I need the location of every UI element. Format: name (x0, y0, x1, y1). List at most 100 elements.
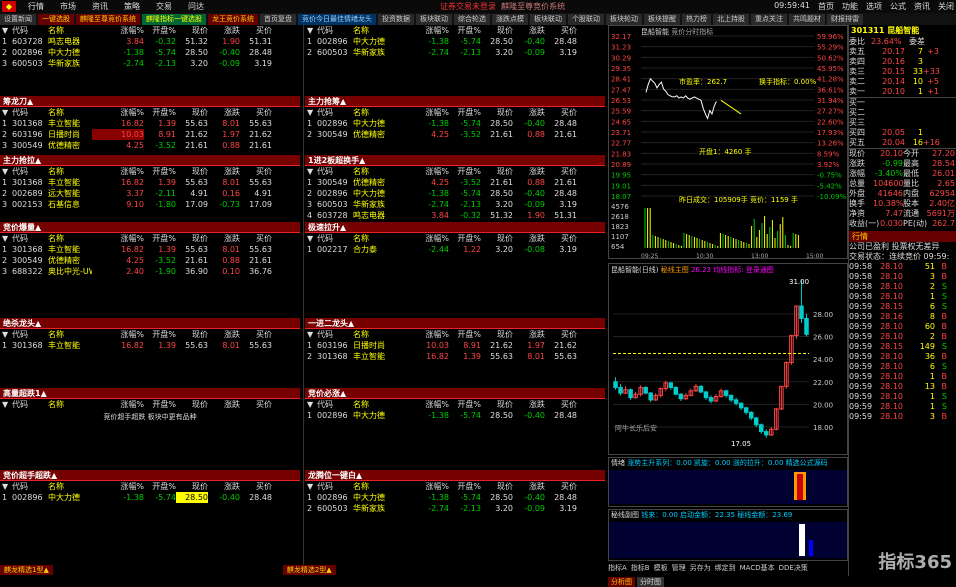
home-button[interactable]: 首页 (818, 1, 834, 12)
info-button[interactable]: 资讯 (914, 1, 930, 12)
table-row[interactable]: 1301368丰立智能16.821.3955.638.0155.63 (0, 118, 300, 129)
col-header[interactable]: 买价 (545, 25, 577, 36)
col-header[interactable]: 买价 (240, 166, 272, 177)
table-row[interactable]: 1301368丰立智能16.821.3955.638.0155.63 (0, 177, 300, 188)
col-header[interactable]: 买价 (545, 107, 577, 118)
table-row[interactable]: 1603728鸣志电器3.84-0.3251.321.9051.31 (0, 36, 300, 47)
table-row[interactable]: 2300549优德精密4.25-3.5221.610.8821.61 (0, 255, 300, 266)
col-header[interactable]: 现价 (176, 107, 208, 118)
table-row[interactable]: 1002896中大力德-1.38-5.7428.50-0.4028.48 (305, 118, 605, 129)
col-header[interactable]: 名称 (46, 329, 92, 340)
col-header[interactable]: 涨幅% (92, 233, 144, 244)
col-header[interactable]: 现价 (481, 233, 513, 244)
table-row[interactable]: 2603196日播时尚10.038.9121.621.9721.62 (0, 129, 300, 140)
col-header[interactable]: 开盘% (449, 166, 481, 177)
col-header[interactable]: 现价 (176, 233, 208, 244)
panel-title[interactable]: 极速拉升▲ (305, 222, 605, 233)
col-header[interactable]: 涨幅% (92, 399, 144, 410)
menu-strategy[interactable]: 策略 (116, 1, 148, 12)
col-header[interactable]: 买价 (240, 329, 272, 340)
panel-title[interactable]: 主力抢拉▲ (0, 155, 300, 166)
tab-13[interactable]: 板块轮动 (606, 14, 642, 25)
col-header[interactable]: 买价 (240, 481, 272, 492)
indicator2-chart[interactable]: 秘线副图 钱来：0.00 启动金额：22.35 秘线金额：23.69 (608, 509, 848, 561)
panel-title[interactable]: 高量超跌1▲ (0, 388, 300, 399)
col-header[interactable]: 代码 (12, 233, 46, 244)
menu-trade[interactable]: 交易 (148, 1, 180, 12)
panel-title[interactable]: 筹龙刀▲ (0, 96, 300, 107)
col-header[interactable]: 代码 (12, 399, 46, 410)
tab-18[interactable]: 共鸣题材 (789, 14, 825, 25)
col-header[interactable]: ▼ (305, 481, 317, 492)
col-header[interactable]: 买价 (545, 329, 577, 340)
col-header[interactable]: 涨幅% (397, 166, 449, 177)
col-header[interactable]: 名称 (351, 25, 397, 36)
indicator-tab[interactable]: 指标B (631, 563, 650, 573)
indicator-tab[interactable]: 绑定到 (715, 563, 736, 573)
col-header[interactable]: ▼ (0, 481, 12, 492)
col-header[interactable]: 现价 (176, 329, 208, 340)
col-header[interactable]: 涨跌 (208, 399, 240, 410)
col-header[interactable]: 开盘% (144, 107, 176, 118)
col-header[interactable]: 代码 (317, 25, 351, 36)
col-header[interactable]: 现价 (481, 481, 513, 492)
col-header[interactable]: 买价 (545, 481, 577, 492)
tab-3[interactable]: 麒隆指标一键选股 (142, 14, 206, 25)
panel-title[interactable]: 龙腾位一键白▲ (305, 470, 605, 481)
table-row[interactable]: 1002896中大力德-1.38-5.7428.50-0.4028.48 (305, 36, 605, 47)
formula-button[interactable]: 公式 (890, 1, 906, 12)
tab-15[interactable]: 热力榜 (682, 14, 711, 25)
col-header[interactable]: 涨幅% (397, 107, 449, 118)
col-header[interactable]: 涨跌 (513, 25, 545, 36)
col-header[interactable]: 涨跌 (513, 481, 545, 492)
col-header[interactable]: 名称 (351, 481, 397, 492)
col-header[interactable]: 现价 (481, 107, 513, 118)
col-header[interactable]: 涨幅% (92, 25, 144, 36)
panel-title[interactable]: 竞价超手超跌▲ (0, 470, 300, 481)
tab-2[interactable]: 麒隆至尊竞价系统 (76, 14, 140, 25)
col-header[interactable]: 涨幅% (397, 399, 449, 410)
col-header[interactable]: 现价 (176, 25, 208, 36)
indicator-tab[interactable]: 模板 (654, 563, 668, 573)
col-header[interactable]: 涨跌 (513, 329, 545, 340)
col-header[interactable]: 现价 (481, 166, 513, 177)
tab-select1[interactable]: 麒龙精选1型▲ (0, 565, 53, 575)
col-header[interactable]: 买价 (240, 399, 272, 410)
panel-title[interactable]: 竞价爆量▲ (0, 222, 300, 233)
col-header[interactable]: ▼ (0, 329, 12, 340)
col-header[interactable]: 代码 (12, 166, 46, 177)
tab-0[interactable]: 设置新闻 (0, 14, 36, 25)
col-header[interactable]: 名称 (351, 329, 397, 340)
col-header[interactable]: 现价 (176, 481, 208, 492)
table-row[interactable]: 3600503华新家族-2.74-2.133.20-0.093.19 (305, 199, 605, 210)
col-header[interactable]: 开盘% (449, 399, 481, 410)
indicator-tab[interactable]: DDE决策 (779, 563, 808, 573)
col-header[interactable]: 名称 (46, 233, 92, 244)
col-header[interactable]: 代码 (317, 481, 351, 492)
panel-title[interactable]: 主力抢筹▲ (305, 96, 605, 107)
table-row[interactable]: 1603196日播时尚10.038.9121.621.9721.62 (305, 340, 605, 351)
col-header[interactable]: ▼ (305, 329, 317, 340)
col-header[interactable]: ▼ (0, 25, 12, 36)
col-header[interactable]: 涨幅% (92, 107, 144, 118)
col-header[interactable]: 开盘% (449, 233, 481, 244)
col-header[interactable]: 涨跌 (208, 25, 240, 36)
col-header[interactable]: 买价 (545, 399, 577, 410)
col-header[interactable]: 涨跌 (513, 233, 545, 244)
menu-news[interactable]: 资讯 (84, 1, 116, 12)
table-row[interactable]: 1002217合力泰-2.441.223.20-0.083.19 (305, 244, 605, 255)
col-header[interactable]: ▼ (305, 166, 317, 177)
col-header[interactable]: ▼ (0, 166, 12, 177)
col-header[interactable]: 涨幅% (397, 233, 449, 244)
table-row[interactable]: 1002896中大力德-1.38-5.7428.50-0.4028.48 (0, 492, 300, 503)
tab-16[interactable]: 北上持股 (713, 14, 749, 25)
col-header[interactable]: 涨跌 (208, 481, 240, 492)
indicator-tab[interactable]: 另存为 (690, 563, 711, 573)
col-header[interactable]: 现价 (176, 399, 208, 410)
col-header[interactable]: 涨跌 (513, 399, 545, 410)
table-row[interactable]: 4603728鸣志电器3.84-0.3251.321.9051.31 (305, 210, 605, 221)
menu-quote[interactable]: 行情 (20, 1, 52, 12)
tab-12[interactable]: 个股联动 (568, 14, 604, 25)
col-header[interactable]: 代码 (317, 329, 351, 340)
col-header[interactable]: ▼ (0, 107, 12, 118)
